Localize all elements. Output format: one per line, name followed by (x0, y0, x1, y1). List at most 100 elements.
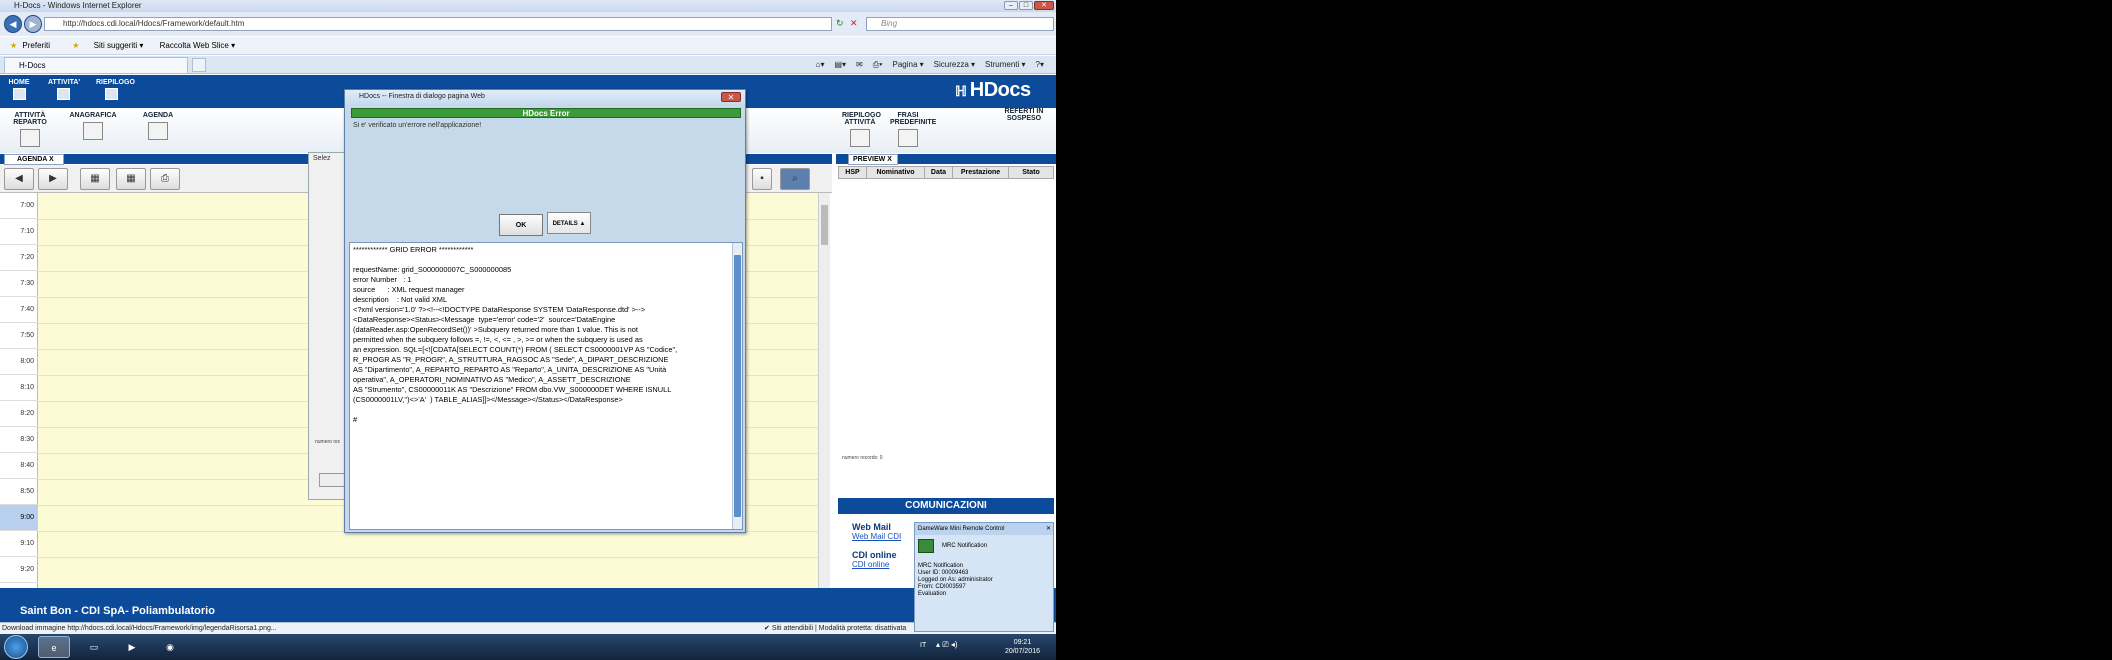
ok-button[interactable]: OK (499, 214, 543, 236)
col-hsp[interactable]: HSP (839, 167, 867, 178)
time-slot: 8:10 (0, 375, 38, 401)
page-menu[interactable]: Pagina ▾ (893, 56, 924, 74)
agenda-label: AGENDA (142, 112, 174, 119)
add-favorite-icon[interactable]: ★ (72, 41, 79, 50)
menu-riepilogo[interactable]: RIEPILOGO (96, 79, 135, 100)
home-cmd-icon[interactable]: ⌂▾ (816, 56, 825, 74)
today-calendar-icon[interactable]: ▦ (80, 168, 110, 190)
col-prestazione[interactable]: Prestazione (953, 167, 1009, 178)
dialog-close-button[interactable]: ✕ (721, 92, 741, 102)
home-icon (12, 88, 26, 100)
menu-attivita-label: ATTIVITA' (48, 79, 81, 86)
attivita-reparto-button[interactable]: ATTIVITÀ REPARTO (10, 112, 50, 147)
cdi-online-link[interactable]: CDI online (852, 560, 889, 569)
menu-home-label: HOME (8, 79, 30, 86)
back-icon[interactable]: ◀ (4, 15, 22, 33)
mail-cmd-icon[interactable]: ✉ (856, 56, 863, 74)
chrome-taskbar-icon[interactable]: ◉ (154, 636, 186, 658)
app-footer: Saint Bon - CDI SpA- Poliambulatorio (0, 588, 1056, 622)
details-scroll-thumb[interactable] (734, 255, 741, 517)
tab-title: H-Docs (19, 61, 46, 70)
window-controls: – □ ✕ (1004, 1, 1054, 10)
agenda-scrollbar[interactable] (818, 193, 830, 588)
refresh-icon[interactable]: ↻ (836, 18, 844, 29)
feeds-cmd-icon[interactable]: ▤▾ (834, 56, 846, 74)
frasi-predefinite-button[interactable]: FRASI PREDEFINITE (890, 112, 936, 147)
agenda-tab[interactable]: AGENDA X (4, 154, 64, 165)
language-indicator[interactable]: IT (920, 642, 926, 649)
preview-tab[interactable]: PREVIEW X (848, 154, 898, 165)
print-cmd-icon[interactable]: ⎙▾ (873, 56, 883, 74)
referti-sospeso-button[interactable]: REFERTI IN SOSPESO (1004, 108, 1044, 122)
time-column: 7:00 7:10 7:20 7:30 7:40 7:50 8:00 8:10 … (0, 193, 38, 588)
webmail-link[interactable]: Web Mail CDI (852, 532, 901, 541)
details-button[interactable]: DETAILS ▲ (547, 212, 591, 234)
notification-line: From: CDI003597 (918, 584, 966, 590)
time-slot: 7:10 (0, 219, 38, 245)
cdi-online-block: CDI online CDI online (852, 550, 897, 569)
col-nominativo[interactable]: Nominativo (867, 167, 925, 178)
notification-line: User ID: 00009463 (918, 570, 969, 576)
preview-table-header: HSP Nominativo Data Prestazione Stato (838, 166, 1054, 179)
menu-home[interactable]: HOME (4, 79, 34, 100)
error-dialog: HDocs -- Finestra di dialogo pagina Web … (344, 89, 746, 533)
window-title: H-Docs - Windows Internet Explorer (14, 1, 142, 10)
search-input[interactable]: Bing (866, 17, 1054, 31)
details-scrollbar[interactable] (732, 243, 742, 529)
bg-record-count: numero rec (315, 439, 341, 445)
activity-icon (56, 88, 70, 100)
preview-record-count: numero records: 0 (842, 455, 883, 461)
tools-menu[interactable]: Strumenti ▾ (985, 56, 1025, 74)
minimize-button[interactable]: – (1004, 1, 1018, 10)
forward-icon[interactable]: ▶ (24, 15, 42, 33)
browser-tab[interactable]: H-Docs (4, 57, 188, 73)
close-button[interactable]: ✕ (1034, 1, 1054, 10)
col-stato[interactable]: Stato (1009, 167, 1053, 178)
error-header: HDocs Error (351, 108, 741, 118)
pen-icon (898, 129, 918, 147)
time-slot: 9:10 (0, 531, 38, 557)
favorites-button[interactable]: Preferiti (22, 41, 50, 50)
search-agenda-icon[interactable]: ⌕ (780, 168, 810, 190)
stop-icon[interactable]: ✕ (850, 18, 858, 29)
security-menu[interactable]: Sicurezza ▾ (934, 56, 975, 74)
notification-close-icon[interactable]: ✕ (1046, 523, 1051, 535)
riepilogo-attivita-button[interactable]: RIEPILOGO ATTIVITÀ (842, 112, 881, 147)
col-data[interactable]: Data (925, 167, 953, 178)
time-slot: 7:00 (0, 193, 38, 219)
web-slice-link[interactable]: Raccolta Web Slice ▾ (160, 41, 235, 50)
status-text: Download immagine http://hdocs.cdi.local… (2, 625, 277, 632)
new-tab-button[interactable] (192, 58, 206, 72)
print-agenda-icon[interactable]: ⎙ (150, 168, 180, 190)
help-menu[interactable]: ?▾ (1036, 56, 1044, 74)
riepilogo-attivita-label: RIEPILOGO ATTIVITÀ (842, 112, 881, 126)
start-button[interactable] (4, 635, 28, 659)
tray-icons[interactable]: ▴ ⎚ ◂) (936, 640, 958, 650)
anagrafica-button[interactable]: ANAGRAFICA (68, 112, 118, 140)
error-details-text: ************ GRID ERROR ************ req… (353, 245, 678, 424)
prev-day-button[interactable]: ◀ (4, 168, 34, 190)
maximize-button[interactable]: □ (1019, 1, 1033, 10)
error-details-box[interactable]: ************ GRID ERROR ************ req… (349, 242, 743, 530)
explorer-taskbar-icon[interactable]: ▭ (78, 636, 110, 658)
monitor-icon (918, 539, 934, 553)
week-calendar-icon[interactable]: ▦ (116, 168, 146, 190)
next-day-button[interactable]: ▶ (38, 168, 68, 190)
scroll-thumb[interactable] (821, 205, 828, 245)
status-zone-text: Siti attendibili | Modalità protetta: di… (771, 625, 907, 632)
browser-status-bar: Download immagine http://hdocs.cdi.local… (0, 622, 1056, 634)
suggested-sites-link[interactable]: Siti suggeriti ▾ (94, 41, 144, 50)
report-icon (850, 129, 870, 147)
legend-icon[interactable]: ▪ (752, 168, 772, 190)
ie-taskbar-icon[interactable]: e (38, 636, 70, 658)
agenda-button[interactable]: AGENDA (138, 112, 178, 140)
cdi-online-title: CDI online (852, 550, 897, 560)
system-clock[interactable]: 09:21 20/07/2016 (1005, 638, 1040, 656)
webmail-block: Web Mail Web Mail CDI (852, 522, 901, 541)
time-slot: 7:40 (0, 297, 38, 323)
address-bar[interactable]: http://hdocs.cdi.local/Hdocs/Framework/d… (44, 17, 832, 31)
agenda-tab-label: AGENDA X (17, 156, 54, 163)
menu-attivita[interactable]: ATTIVITA' (48, 79, 81, 100)
notification-title: DameWare Mini Remote Control (918, 526, 1005, 532)
media-player-taskbar-icon[interactable]: ▶ (116, 636, 148, 658)
